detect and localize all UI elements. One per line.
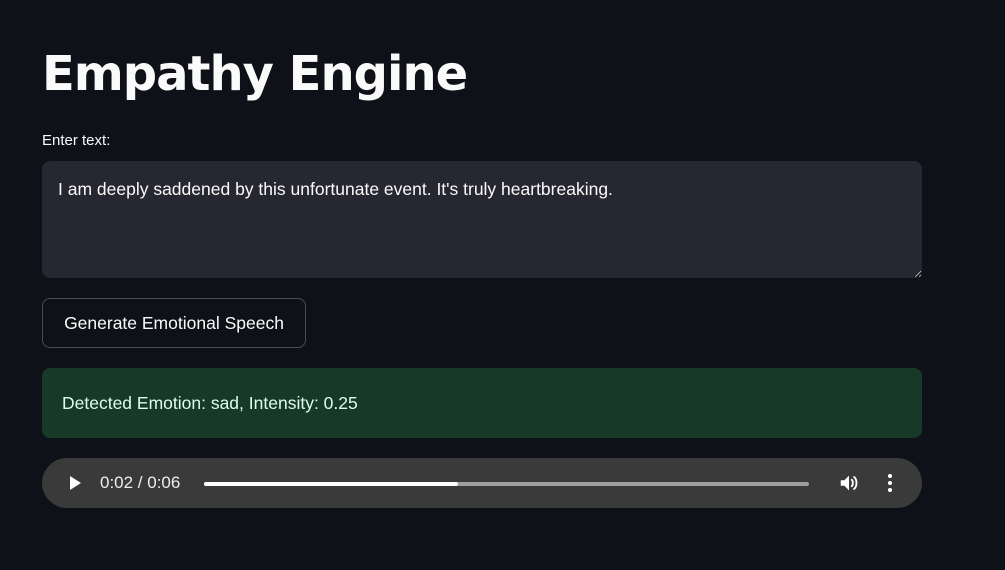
emotion-result-alert: Detected Emotion: sad, Intensity: 0.25 bbox=[42, 368, 922, 438]
volume-icon[interactable] bbox=[838, 472, 860, 494]
play-icon[interactable] bbox=[66, 474, 84, 492]
text-input-label: Enter text: bbox=[42, 132, 111, 149]
text-input[interactable] bbox=[42, 161, 922, 278]
generate-emotional-speech-button[interactable]: Generate Emotional Speech bbox=[42, 298, 306, 348]
page-title: Empathy Engine bbox=[42, 46, 468, 102]
app-root: Empathy Engine Enter text: Generate Emot… bbox=[0, 0, 1005, 570]
audio-progress-bar[interactable] bbox=[204, 482, 809, 486]
audio-time-display: 0:02 / 0:06 bbox=[100, 473, 181, 492]
more-options-icon[interactable] bbox=[880, 472, 900, 494]
audio-progress-fill bbox=[204, 482, 459, 486]
emotion-result-text: Detected Emotion: sad, Intensity: 0.25 bbox=[62, 392, 358, 413]
audio-player: 0:02 / 0:06 bbox=[42, 458, 922, 508]
